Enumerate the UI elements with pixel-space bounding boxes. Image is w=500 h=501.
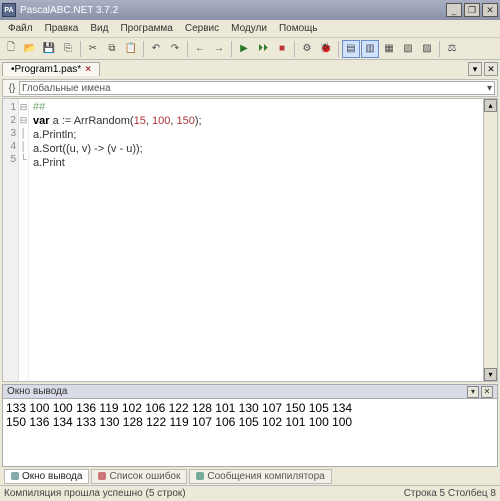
undo-icon[interactable]: ↶ (147, 40, 165, 58)
save-all-icon[interactable]: ⎘ (59, 40, 77, 58)
fold-marker[interactable]: ⊟ (19, 101, 28, 114)
panel-icon-4[interactable]: ▧ (399, 40, 417, 58)
output-title: Окно вывода (7, 386, 67, 397)
output-line: 150 136 134 133 130 128 122 119 107 106 … (6, 415, 494, 429)
new-file-icon[interactable]: 🗋 (2, 40, 20, 58)
bottom-tab-output[interactable]: Окно вывода (4, 469, 89, 484)
bottom-tab-compiler[interactable]: Сообщения компилятора (189, 469, 331, 484)
chevron-down-icon: ▾ (487, 83, 492, 94)
fold-marker[interactable]: ⊟ (19, 114, 28, 127)
line-gutter: 12345 (3, 99, 19, 381)
scope-icon: {} (5, 81, 19, 95)
output-line: 133 100 100 136 119 102 106 122 128 101 … (6, 401, 494, 415)
debug-icon[interactable]: 🐞 (317, 40, 335, 58)
vertical-scrollbar[interactable]: ▴ ▾ (483, 99, 497, 381)
menu-file[interactable]: Файл (2, 21, 39, 36)
output-panel[interactable]: 133 100 100 136 119 102 106 122 128 101 … (2, 399, 498, 467)
scroll-down-icon[interactable]: ▾ (484, 368, 497, 381)
save-icon[interactable]: 💾 (40, 40, 58, 58)
scope-label: Глобальные имена (22, 83, 111, 94)
maximize-button[interactable]: ❐ (464, 3, 480, 17)
open-file-icon[interactable]: 📂 (21, 40, 39, 58)
status-cursor-pos: Строка 5 Столбец 8 (404, 488, 496, 499)
menu-modules[interactable]: Модули (225, 21, 273, 36)
fold-column[interactable]: ⊟ ⊟ ││└ (19, 99, 29, 381)
tab-dropdown-button[interactable]: ▾ (468, 62, 482, 76)
bottom-tab-errors[interactable]: Список ошибок (91, 469, 187, 484)
stop-icon[interactable]: ■ (273, 40, 291, 58)
close-button[interactable]: ✕ (482, 3, 498, 17)
tab-icon (196, 472, 204, 480)
scroll-up-icon[interactable]: ▴ (484, 99, 497, 112)
panel-icon-5[interactable]: ▨ (418, 40, 436, 58)
tab-close-all-button[interactable]: ✕ (484, 62, 498, 76)
scope-combo[interactable]: Глобальные имена ▾ (19, 81, 495, 95)
document-tab[interactable]: •Program1.pas* × (2, 62, 100, 76)
window-titlebar: PA PascalABC.NET 3.7.2 _ ❐ ✕ (0, 0, 500, 20)
menu-service[interactable]: Сервис (179, 21, 225, 36)
settings-icon[interactable]: ⚖ (443, 40, 461, 58)
scope-bar: {} Глобальные имена ▾ (2, 79, 498, 97)
tab-icon (11, 472, 19, 480)
panel-icon-3[interactable]: ▦ (380, 40, 398, 58)
status-bar: Компиляция прошла успешно (5 строк) Стро… (0, 485, 500, 501)
cut-icon[interactable]: ✂ (84, 40, 102, 58)
menu-bar: Файл Правка Вид Программа Сервис Модули … (0, 20, 500, 38)
paste-icon[interactable]: 📋 (122, 40, 140, 58)
panel-icon-1[interactable]: ▤ (342, 40, 360, 58)
tab-close-icon[interactable]: × (85, 64, 91, 75)
menu-edit[interactable]: Правка (39, 21, 85, 36)
copy-icon[interactable]: ⧉ (103, 40, 121, 58)
toolbar: 🗋 📂 💾 ⎘ ✂ ⧉ 📋 ↶ ↷ ← → ▶ ⏵⏵ ■ ⚙ 🐞 ▤ ▥ ▦ ▧… (0, 38, 500, 60)
bottom-tab-bar: Окно вывода Список ошибок Сообщения комп… (0, 467, 500, 485)
redo-icon[interactable]: ↷ (166, 40, 184, 58)
output-pin-button[interactable]: ▾ (467, 386, 479, 398)
back-icon[interactable]: ← (191, 40, 209, 58)
minimize-button[interactable]: _ (446, 3, 462, 17)
output-close-button[interactable]: ✕ (481, 386, 493, 398)
document-tabs: •Program1.pas* × ▾ ✕ (0, 60, 500, 78)
tab-icon (98, 472, 106, 480)
status-message: Компиляция прошла успешно (5 строк) (4, 488, 186, 499)
compile-icon[interactable]: ⚙ (298, 40, 316, 58)
forward-icon[interactable]: → (210, 40, 228, 58)
menu-help[interactable]: Помощь (273, 21, 324, 36)
run-icon[interactable]: ▶ (235, 40, 253, 58)
window-title: PascalABC.NET 3.7.2 (20, 5, 446, 16)
document-tab-label: •Program1.pas* (11, 64, 81, 75)
app-icon: PA (2, 3, 16, 17)
output-panel-header: Окно вывода ▾ ✕ (2, 384, 498, 399)
run-fast-icon[interactable]: ⏵⏵ (254, 40, 272, 58)
code-area[interactable]: ## var a := ArrRandom(15, 100, 150); a.P… (29, 99, 483, 381)
code-editor[interactable]: 12345 ⊟ ⊟ ││└ ## var a := ArrRandom(15, … (2, 98, 498, 382)
menu-program[interactable]: Программа (114, 21, 178, 36)
panel-icon-2[interactable]: ▥ (361, 40, 379, 58)
menu-view[interactable]: Вид (84, 21, 114, 36)
